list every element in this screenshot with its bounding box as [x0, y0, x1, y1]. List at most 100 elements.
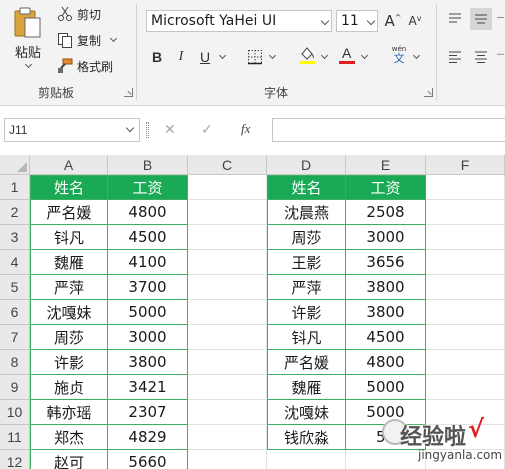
- align-bottom-button[interactable]: [496, 8, 505, 30]
- name-cell[interactable]: 许影: [30, 350, 108, 375]
- name-cell[interactable]: 周莎: [30, 325, 108, 350]
- column-header-e[interactable]: E: [346, 155, 426, 175]
- salary-cell[interactable]: 4800: [108, 200, 188, 225]
- font-name-dropdown[interactable]: Microsoft YaHei UI: [146, 10, 332, 32]
- phonetic-dropdown-icon[interactable]: [412, 51, 421, 60]
- row-header-12[interactable]: 12: [0, 450, 30, 469]
- name-cell[interactable]: 严萍: [267, 275, 346, 300]
- salary-cell[interactable]: 5000: [346, 375, 426, 400]
- name-box[interactable]: J11: [4, 118, 140, 142]
- cancel-icon[interactable]: ✕: [164, 122, 176, 138]
- fill-color-button[interactable]: [296, 44, 318, 66]
- name-cell[interactable]: 赵可: [30, 450, 108, 469]
- align-center-button[interactable]: [470, 46, 492, 68]
- table-header-cell[interactable]: 姓名: [267, 175, 346, 200]
- align-left-button[interactable]: [444, 46, 466, 68]
- font-launcher-icon[interactable]: [424, 88, 433, 97]
- underline-button[interactable]: U: [194, 46, 216, 68]
- salary-cell[interactable]: 5000: [108, 300, 188, 325]
- select-all-corner[interactable]: [0, 155, 30, 175]
- name-cell[interactable]: 沈嘎妹: [267, 400, 346, 425]
- clipboard-launcher-icon[interactable]: [124, 88, 133, 97]
- align-middle-button[interactable]: [470, 8, 492, 30]
- formula-bar-grip[interactable]: [146, 122, 149, 138]
- name-cell[interactable]: 周莎: [267, 225, 346, 250]
- font-color-button[interactable]: A: [336, 44, 358, 66]
- salary-cell[interactable]: 4500: [108, 225, 188, 250]
- copy-button[interactable]: 复制: [56, 30, 118, 50]
- shrink-font-button[interactable]: Av: [404, 10, 426, 32]
- name-cell[interactable]: 钭凡: [267, 325, 346, 350]
- borders-dropdown-icon[interactable]: [268, 51, 277, 60]
- salary-cell[interactable]: 4500: [346, 325, 426, 350]
- column-header-f[interactable]: F: [426, 155, 505, 175]
- salary-cell[interactable]: 4829: [108, 425, 188, 450]
- row-header-5[interactable]: 5: [0, 275, 30, 300]
- table-header-cell[interactable]: 工资: [108, 175, 188, 200]
- paste-button[interactable]: 粘贴: [8, 4, 48, 74]
- underline-dropdown-icon[interactable]: [218, 51, 227, 60]
- row-header-1[interactable]: 1: [0, 175, 30, 200]
- copy-dropdown-icon[interactable]: [109, 34, 118, 42]
- salary-cell[interactable]: 3800: [346, 300, 426, 325]
- salary-cell[interactable]: 4100: [108, 250, 188, 275]
- cut-label: 剪切: [77, 7, 102, 22]
- salary-cell[interactable]: 5660: [108, 450, 188, 469]
- row-header-11[interactable]: 11: [0, 425, 30, 450]
- column-header-c[interactable]: C: [188, 155, 267, 175]
- name-cell[interactable]: 郑杰: [30, 425, 108, 450]
- fill-color-dropdown-icon[interactable]: [320, 51, 329, 60]
- row-header-10[interactable]: 10: [0, 400, 30, 425]
- name-cell[interactable]: 许影: [267, 300, 346, 325]
- salary-cell[interactable]: 3000: [346, 225, 426, 250]
- italic-button[interactable]: I: [170, 46, 192, 68]
- row-header-2[interactable]: 2: [0, 200, 30, 225]
- name-cell[interactable]: 施贞: [30, 375, 108, 400]
- row-header-3[interactable]: 3: [0, 225, 30, 250]
- table-header-cell[interactable]: 工资: [346, 175, 426, 200]
- salary-cell[interactable]: 2508: [346, 200, 426, 225]
- formula-input[interactable]: [272, 118, 505, 142]
- name-cell[interactable]: 严名媛: [30, 200, 108, 225]
- paste-dropdown-icon[interactable]: [24, 60, 33, 69]
- insert-function-icon[interactable]: fx: [241, 121, 250, 137]
- font-color-dropdown-icon[interactable]: [360, 51, 369, 60]
- table-header-cell[interactable]: 姓名: [30, 175, 108, 200]
- column-header-b[interactable]: B: [108, 155, 188, 175]
- column-header-a[interactable]: A: [30, 155, 108, 175]
- row-header-6[interactable]: 6: [0, 300, 30, 325]
- salary-cell[interactable]: 4800: [346, 350, 426, 375]
- name-cell[interactable]: 钭凡: [30, 225, 108, 250]
- name-cell[interactable]: 钱欣淼: [267, 425, 346, 450]
- salary-cell[interactable]: 3000: [108, 325, 188, 350]
- phonetic-guide-button[interactable]: wén 文: [386, 44, 412, 66]
- bold-button[interactable]: B: [146, 46, 168, 68]
- name-cell[interactable]: 王影: [267, 250, 346, 275]
- enter-icon[interactable]: ✓: [201, 122, 213, 138]
- grow-font-button[interactable]: A ^: [382, 10, 404, 32]
- name-cell[interactable]: 严名媛: [267, 350, 346, 375]
- font-size-dropdown[interactable]: 11: [336, 10, 378, 32]
- salary-cell[interactable]: 3656: [346, 250, 426, 275]
- row-header-8[interactable]: 8: [0, 350, 30, 375]
- salary-cell[interactable]: 3421: [108, 375, 188, 400]
- column-header-d[interactable]: D: [267, 155, 346, 175]
- salary-cell[interactable]: 2307: [108, 400, 188, 425]
- name-cell[interactable]: 魏雁: [30, 250, 108, 275]
- format-painter-button[interactable]: 格式刷: [56, 56, 113, 76]
- name-cell[interactable]: 魏雁: [267, 375, 346, 400]
- name-cell[interactable]: 沈晨燕: [267, 200, 346, 225]
- name-cell[interactable]: 韩亦瑶: [30, 400, 108, 425]
- salary-cell[interactable]: 3800: [108, 350, 188, 375]
- salary-cell[interactable]: 3700: [108, 275, 188, 300]
- name-cell[interactable]: 严萍: [30, 275, 108, 300]
- align-right-button[interactable]: [496, 46, 505, 68]
- borders-button[interactable]: [244, 46, 266, 68]
- name-cell[interactable]: 沈嘎妹: [30, 300, 108, 325]
- salary-cell[interactable]: 3800: [346, 275, 426, 300]
- row-header-4[interactable]: 4: [0, 250, 30, 275]
- align-top-button[interactable]: [444, 8, 466, 30]
- cut-button[interactable]: 剪切: [56, 4, 101, 24]
- row-header-7[interactable]: 7: [0, 325, 30, 350]
- row-header-9[interactable]: 9: [0, 375, 30, 400]
